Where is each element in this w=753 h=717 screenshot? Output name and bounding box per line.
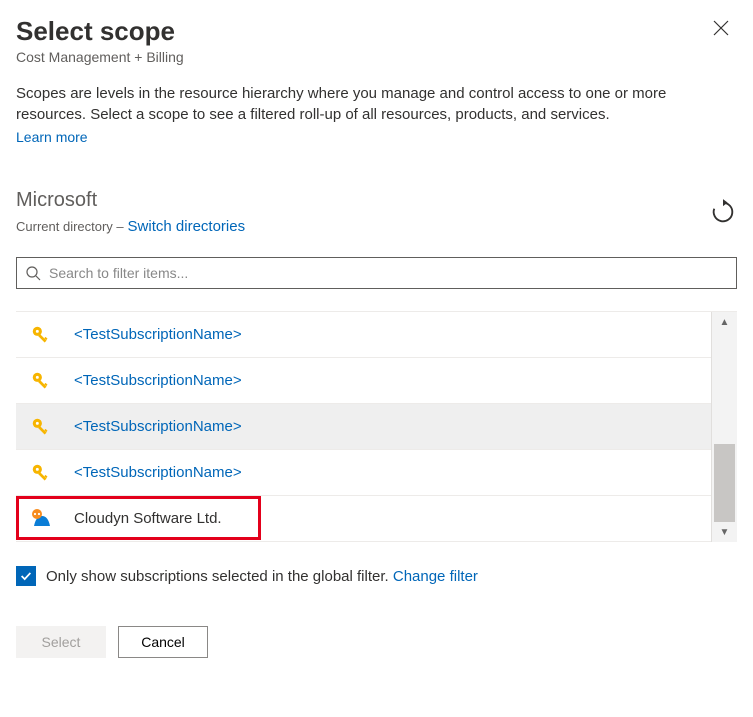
scope-row-label: Cloudyn Software Ltd. [74,510,711,527]
scroll-track[interactable] [712,332,737,522]
key-icon [24,416,74,438]
scope-row-label: <TestSubscriptionName> [74,372,711,389]
search-field[interactable] [16,257,737,289]
check-icon [19,569,33,583]
scroll-up-button[interactable]: ▲ [720,312,730,332]
change-filter-link[interactable]: Change filter [393,568,478,585]
global-filter-checkbox[interactable] [16,566,36,586]
directory-name: Microsoft [16,189,245,212]
scrollbar[interactable]: ▲ ▼ [711,312,737,542]
scroll-down-button[interactable]: ▼ [720,522,730,542]
filter-label: Only show subscriptions selected in the … [46,568,478,585]
refresh-icon [709,198,737,226]
close-icon [713,20,729,36]
select-button[interactable]: Select [16,626,106,658]
scope-row-label: <TestSubscriptionName> [74,326,711,343]
scope-row[interactable]: Cloudyn Software Ltd. [16,496,711,542]
current-directory-label: Current directory – [16,219,124,234]
search-icon [25,265,41,281]
learn-more-link[interactable]: Learn more [16,129,88,145]
key-icon [24,370,74,392]
search-input[interactable] [47,264,728,282]
scope-row[interactable]: <TestSubscriptionName> [16,404,711,450]
key-icon [24,324,74,346]
description-text: Scopes are levels in the resource hierar… [16,83,737,125]
scope-row[interactable]: <TestSubscriptionName> [16,312,711,358]
key-icon [24,462,74,484]
scope-row[interactable]: <TestSubscriptionName> [16,450,711,496]
refresh-button[interactable] [709,198,737,226]
billing-account-icon [24,508,74,530]
scope-row-label: <TestSubscriptionName> [74,464,711,481]
scroll-thumb[interactable] [714,444,735,522]
page-subtitle: Cost Management + Billing [16,49,184,65]
scope-row-label: <TestSubscriptionName> [74,418,711,435]
switch-directories-link[interactable]: Switch directories [128,218,246,235]
page-title: Select scope [16,16,184,47]
close-button[interactable] [705,16,737,43]
scope-row[interactable]: <TestSubscriptionName> [16,358,711,404]
cancel-button[interactable]: Cancel [118,626,208,658]
